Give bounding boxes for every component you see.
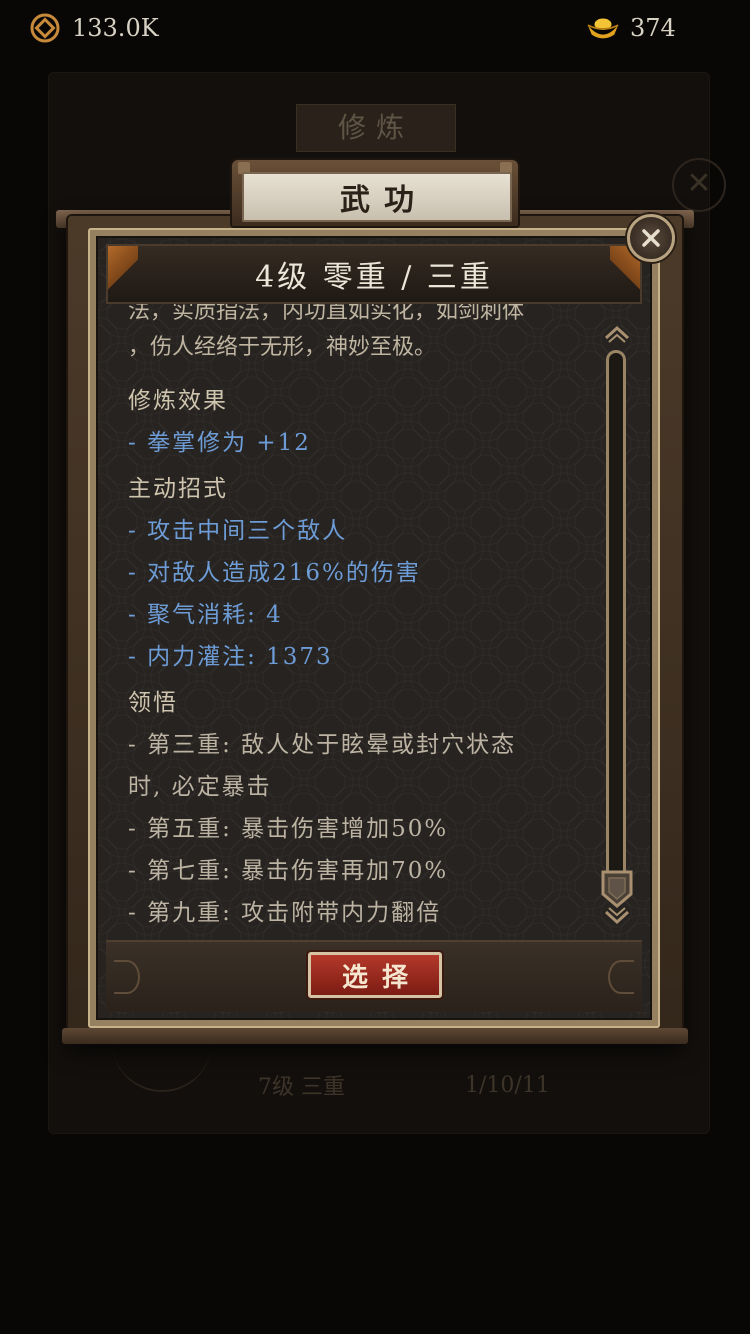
dialog-title-plate: 武功	[242, 172, 512, 222]
select-button[interactable]: 选择	[308, 952, 442, 998]
dialog-title-tab: 武功	[232, 160, 518, 226]
dialog-title: 武功	[340, 183, 428, 218]
section-heading-active-skill: 主动招式	[128, 476, 228, 502]
active-skill-item: - 内力灌注: 1373	[128, 644, 333, 670]
banner-corner-left	[108, 246, 138, 302]
scroll-down-arrow-icon[interactable]	[603, 906, 631, 928]
background-row-count: 1/10/11	[465, 1072, 550, 1098]
scrollbar-thumb[interactable]	[599, 868, 635, 910]
footer-ornament-left	[114, 960, 140, 994]
coin-icon	[28, 11, 62, 45]
level-banner: 4级 零重 / 三重	[106, 244, 642, 304]
currency-bar: 133.0K 374	[0, 0, 750, 58]
section-heading-effects: 修炼效果	[128, 388, 228, 414]
skill-detail-content[interactable]: 法，实质指法，内功直如实化，如剑刺体 ，伤人经络于无形，神妙至极。 修炼效果 -…	[128, 304, 588, 930]
footer-ornament-right	[608, 960, 634, 994]
coins-value: 133.0K	[72, 14, 159, 42]
insight-item: - 第九重: 攻击附带内力翻倍	[128, 900, 442, 926]
insight-item: - 第七重: 暴击伤害再加70%	[128, 858, 449, 884]
insight-item: - 第五重: 暴击伤害增加50%	[128, 816, 449, 842]
description-line: ，伤人经络于无形，神妙至极。	[128, 335, 437, 360]
scrollbar-track[interactable]	[606, 350, 626, 896]
gold-display: 374	[586, 10, 676, 46]
background-row: 7级 三重 1/10/11	[100, 1050, 660, 1120]
insight-item: 时, 必定暴击	[128, 774, 272, 800]
background-close-icon: ✕	[672, 158, 726, 212]
select-button-label: 选择	[341, 962, 422, 993]
background-row-level: 7级 三重	[258, 1075, 345, 1100]
active-skill-item: - 攻击中间三个敌人	[128, 518, 348, 544]
close-icon	[642, 229, 660, 247]
level-header: 4级 零重 / 三重	[255, 260, 493, 295]
coins-display: 133.0K	[28, 10, 159, 46]
active-skill-item: - 聚气消耗: 4	[128, 602, 283, 628]
effect-item: - 拳掌修为 +12	[128, 430, 311, 456]
dialog-frame-bottom	[62, 1028, 688, 1044]
close-button[interactable]	[627, 214, 675, 262]
scroll-up-arrow-icon[interactable]	[603, 322, 631, 344]
gold-ingot-icon	[586, 11, 620, 45]
description-clipped-line: 法，实质指法，内功直如实化，如剑刺体	[128, 304, 525, 324]
insight-item: - 第三重: 敌人处于眩晕或封穴状态	[128, 732, 517, 758]
active-skill-item: - 对敌人造成216%的伤害	[128, 560, 421, 586]
section-heading-insight: 领悟	[128, 690, 178, 716]
background-tab: 修炼	[296, 104, 456, 152]
gold-value: 374	[630, 14, 676, 42]
